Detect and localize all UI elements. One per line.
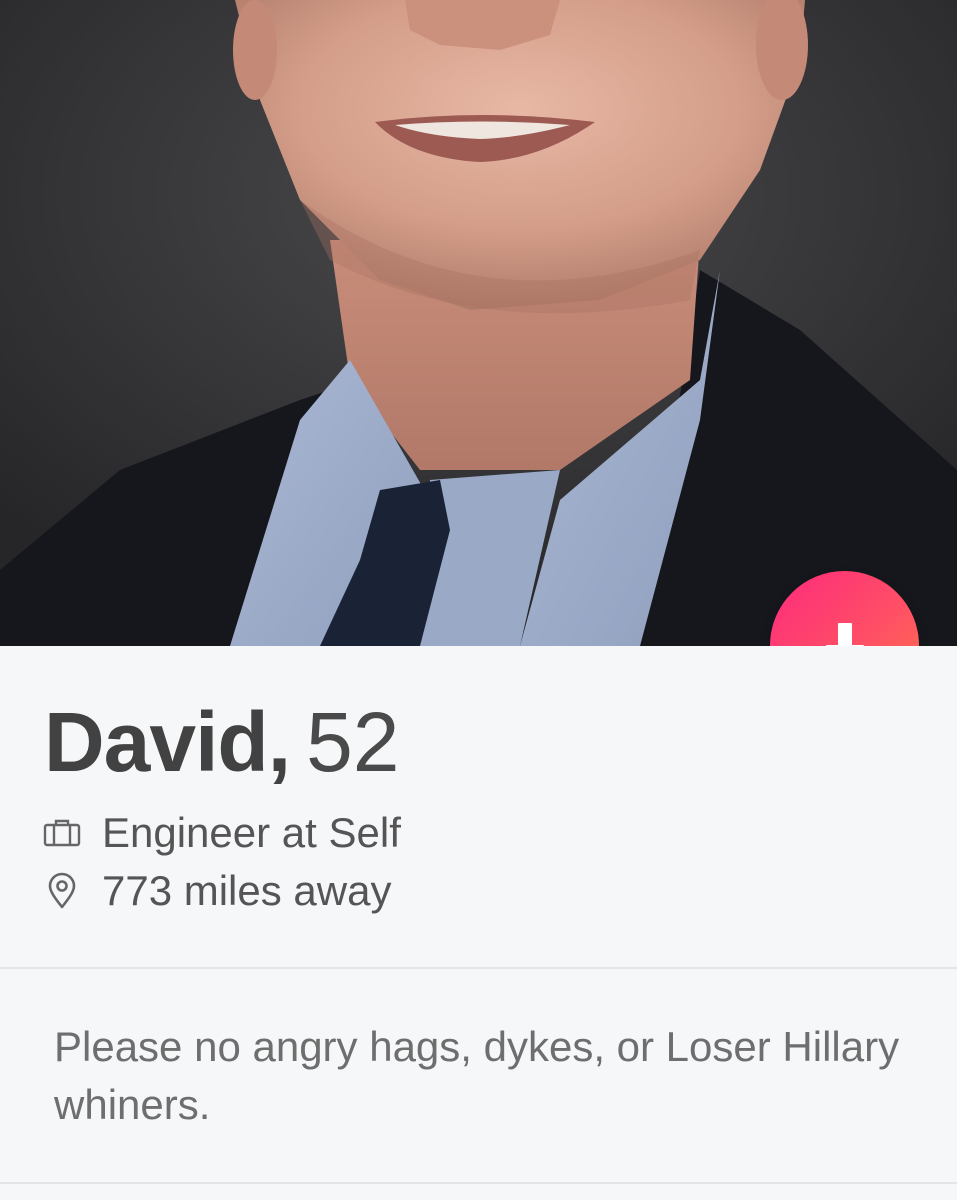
briefcase-icon	[42, 813, 82, 853]
job-text: Engineer at Self	[102, 809, 401, 856]
job-row: Engineer at Self	[42, 808, 401, 858]
profile-photo-image	[0, 0, 957, 646]
profile-info: David, 52 Engineer at Self 773 miles awa…	[0, 646, 957, 968]
distance-text: 773 miles away	[102, 867, 392, 914]
profile-name: David,	[44, 695, 291, 789]
profile-age: 52	[306, 695, 400, 789]
location-pin-icon	[42, 871, 82, 911]
section-divider	[0, 967, 957, 969]
name-age-heading: David, 52	[44, 692, 400, 792]
profile-photo[interactable]	[0, 0, 957, 646]
distance-row: 773 miles away	[42, 866, 391, 916]
profile-bio: Please no angry hags, dykes, or Loser Hi…	[54, 1023, 900, 1128]
bottom-divider	[0, 1182, 957, 1184]
profile-screen: David, 52 Engineer at Self 773 miles awa…	[0, 0, 957, 1200]
